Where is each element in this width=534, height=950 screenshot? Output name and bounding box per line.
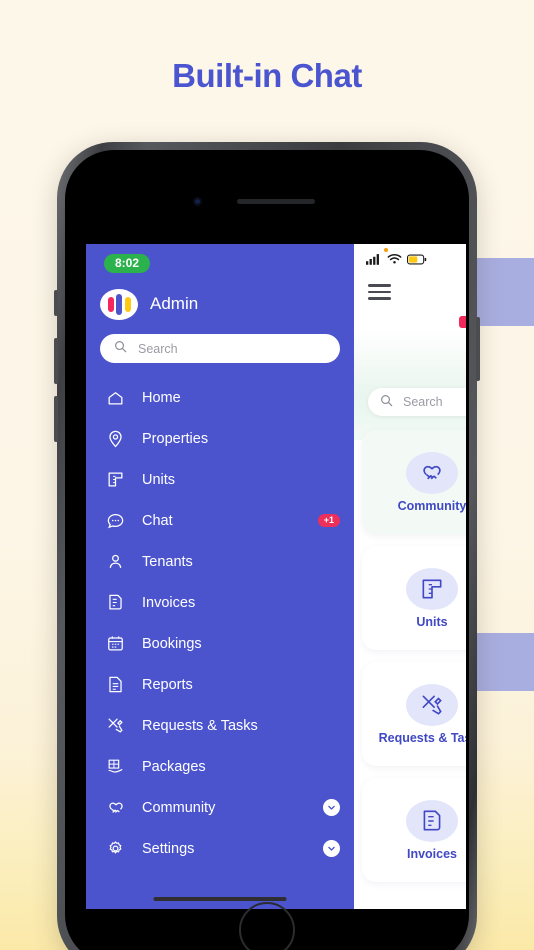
search-input[interactable]	[138, 341, 326, 356]
background-panel: Search Community Units Requests & Ta Inv…	[354, 244, 466, 909]
brand-name: Admin	[150, 294, 199, 313]
sidebar-drawer: 8:02 Admin Search Home Properties Units …	[86, 244, 354, 909]
panel-search-box[interactable]: Search	[368, 388, 466, 416]
page-title: Built-in Chat	[172, 57, 362, 94]
phone-power-button	[476, 317, 480, 381]
sidebar-item-label: Tenants	[142, 553, 193, 570]
sidebar-item-requests-tasks[interactable]: Requests & Tasks	[86, 705, 354, 746]
card-label: Requests & Tasks	[378, 730, 466, 745]
phone-volume-up-button	[54, 338, 58, 384]
sidebar-item-label: Home	[142, 389, 181, 406]
brand-header: Admin	[86, 276, 354, 324]
sidebar-item-label: Properties	[142, 430, 209, 447]
status-time: 8:02	[104, 253, 151, 273]
floorplan-icon	[406, 567, 458, 610]
phone-mockup: 8:02 Admin Search Home Properties Units …	[54, 142, 480, 950]
sidebar-nav: Home Properties Units Chat +1 Tenants In…	[86, 363, 354, 909]
status-badge: +1	[317, 514, 340, 527]
signal-bars-icon	[366, 252, 382, 270]
wifi-icon	[387, 252, 402, 270]
app-logo	[100, 288, 138, 320]
camera-icon	[193, 197, 202, 206]
sidebar-item-label: Packages	[142, 758, 206, 775]
panel-search-placeholder: Search	[403, 395, 443, 409]
hamburger-menu-icon[interactable]	[354, 274, 466, 300]
card-label: Community	[397, 498, 466, 513]
status-bar-right	[354, 244, 466, 274]
home-button[interactable]	[239, 902, 295, 950]
sidebar-item-label: Units	[142, 471, 176, 488]
invoice-icon	[406, 799, 458, 842]
battery-icon	[406, 252, 427, 270]
phone-mute-button	[54, 290, 58, 316]
sidebar-item-label: Settings	[142, 840, 195, 857]
invoice-icon	[106, 593, 132, 612]
sidebar-item-reports[interactable]: Reports	[86, 664, 354, 705]
calendar-icon	[106, 634, 132, 653]
search-icon	[114, 340, 127, 358]
sidebar-item-community[interactable]: Community	[86, 787, 354, 828]
sidebar-item-settings[interactable]: Settings	[86, 828, 354, 869]
sidebar-item-units[interactable]: Units	[86, 459, 354, 500]
phone-body: 8:02 Admin Search Home Properties Units …	[65, 150, 469, 950]
search-box[interactable]	[100, 334, 340, 363]
tools-icon	[406, 683, 458, 726]
home-indicator	[153, 897, 287, 901]
sidebar-item-bookings[interactable]: Bookings	[86, 623, 354, 664]
phone-screen: 8:02 Admin Search Home Properties Units …	[86, 244, 466, 909]
sidebar-item-tenants[interactable]: Tenants	[86, 541, 354, 582]
sidebar-item-label: Bookings	[142, 635, 202, 652]
handshake-heart-icon	[406, 451, 458, 494]
phone-volume-down-button	[54, 396, 58, 442]
sidebar-item-label: Invoices	[142, 594, 196, 611]
sidebar-item-label: Reports	[142, 676, 193, 693]
card-label: Units	[416, 614, 448, 629]
notification-dot	[384, 248, 388, 252]
floorplan-icon	[106, 470, 132, 489]
panel-card-requests-tasks[interactable]: Requests & Tasks	[362, 662, 466, 766]
card-label: Invoices	[406, 846, 458, 861]
handshake-heart-icon	[106, 798, 132, 818]
sidebar-item-properties[interactable]: Properties	[86, 418, 354, 459]
package-icon	[106, 757, 132, 776]
chevron-down-icon[interactable]	[323, 799, 340, 816]
chevron-down-icon[interactable]	[323, 840, 340, 857]
home-icon	[106, 388, 132, 407]
report-icon	[106, 675, 132, 694]
chat-bubble-icon	[106, 511, 132, 530]
status-bar-left: 8:02	[86, 244, 354, 276]
sidebar-search-wrap	[86, 324, 354, 363]
sidebar-item-label: Chat	[142, 512, 173, 529]
panel-card-invoices[interactable]: Invoices	[362, 778, 466, 882]
panel-card-community[interactable]: Community	[362, 430, 466, 534]
location-pin-icon	[106, 429, 132, 448]
panel-gradient	[354, 330, 466, 440]
sidebar-item-chat[interactable]: Chat +1	[86, 500, 354, 541]
sidebar-item-label: Community	[142, 799, 216, 816]
gear-icon	[106, 839, 132, 858]
sidebar-item-invoices[interactable]: Invoices	[86, 582, 354, 623]
person-icon	[106, 552, 132, 571]
speaker-grille	[237, 199, 315, 204]
sidebar-item-label: Requests & Tasks	[142, 717, 258, 734]
search-icon	[380, 394, 393, 410]
sidebar-item-home[interactable]: Home	[86, 377, 354, 418]
tools-icon	[106, 716, 132, 735]
panel-card-units[interactable]: Units	[362, 546, 466, 650]
sidebar-item-packages[interactable]: Packages	[86, 746, 354, 787]
notification-tab[interactable]	[459, 316, 466, 328]
